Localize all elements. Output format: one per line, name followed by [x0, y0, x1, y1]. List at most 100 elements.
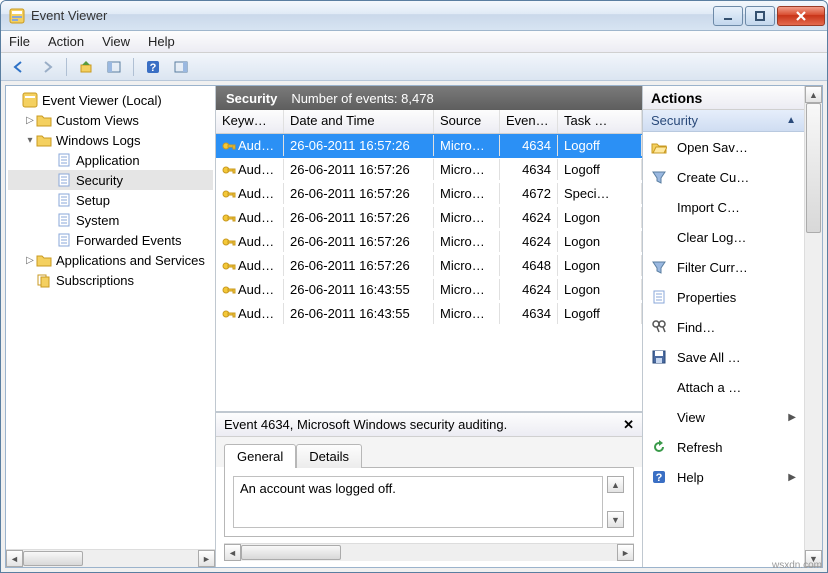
action-view[interactable]: View▶	[643, 402, 804, 432]
action-clear-log-[interactable]: Clear Log…	[643, 222, 804, 252]
minimize-button[interactable]	[713, 6, 743, 26]
tree-security[interactable]: Security	[8, 170, 213, 190]
scroll-right-icon[interactable]: ►	[198, 550, 215, 567]
save-icon	[651, 349, 667, 365]
tree-root[interactable]: Event Viewer (Local)	[8, 90, 213, 110]
tree-custom-views[interactable]: ▷ Custom Views	[8, 110, 213, 130]
expander-icon[interactable]: ▾	[24, 135, 36, 146]
detail-hscroll[interactable]: ◄ ►	[224, 543, 634, 561]
action-save-all-[interactable]: Save All …	[643, 342, 804, 372]
back-button[interactable]	[7, 56, 31, 78]
menu-help[interactable]: Help	[148, 34, 175, 49]
action-open-sav-[interactable]: Open Sav…	[643, 132, 804, 162]
folder-icon	[36, 132, 52, 148]
subscriptions-icon	[36, 272, 52, 288]
maximize-button[interactable]	[745, 6, 775, 26]
event-row[interactable]: Aud…26-06-2011 16:57:26Micro…4624Logon	[216, 206, 642, 230]
event-row[interactable]: Aud…26-06-2011 16:57:26Micro…4634Logoff	[216, 158, 642, 182]
scroll-thumb[interactable]	[806, 103, 821, 233]
actions-header: Actions	[643, 86, 804, 110]
scroll-track[interactable]	[805, 103, 822, 550]
detail-vscroll[interactable]: ▲ ▼	[607, 476, 625, 528]
tab-general[interactable]: General	[224, 444, 296, 468]
action-label: Save All …	[677, 350, 741, 365]
collapse-icon[interactable]: ▲	[786, 115, 796, 126]
tree-application[interactable]: Application	[8, 150, 213, 170]
expander-icon[interactable]: ▷	[24, 115, 36, 126]
col-task[interactable]: Task …	[558, 110, 642, 133]
actions-section-header[interactable]: Security ▲	[643, 110, 804, 132]
help-button[interactable]: ?	[141, 56, 165, 78]
event-viewer-window: Event Viewer File Action View Help ?	[0, 0, 828, 573]
tree-subscriptions[interactable]: Subscriptions	[8, 270, 213, 290]
event-row[interactable]: Aud…26-06-2011 16:43:55Micro…4624Logon	[216, 278, 642, 302]
event-count: Number of events: 8,478	[291, 91, 433, 106]
action-refresh[interactable]: Refresh	[643, 432, 804, 462]
scroll-track[interactable]	[241, 544, 617, 561]
key-icon	[222, 259, 236, 273]
help-icon: ?	[651, 469, 667, 485]
event-row[interactable]: Aud…26-06-2011 16:57:26Micro…4672Speci…	[216, 182, 642, 206]
tree-windows-logs[interactable]: ▾ Windows Logs	[8, 130, 213, 150]
tree-forwarded-events[interactable]: Forwarded Events	[8, 230, 213, 250]
detail-close-icon[interactable]: ✕	[623, 417, 634, 433]
tree-hscrollbar[interactable]: ◄ ►	[6, 549, 215, 567]
action-filter-curr-[interactable]: Filter Curr…	[643, 252, 804, 282]
menu-view[interactable]: View	[102, 34, 130, 49]
toolbar: ?	[1, 53, 827, 81]
scroll-up-icon[interactable]: ▲	[607, 476, 624, 493]
tree-label: Custom Views	[56, 113, 139, 128]
scroll-left-icon[interactable]: ◄	[224, 544, 241, 561]
center-pane: Security Number of events: 8,478 Keyw… D…	[216, 86, 642, 567]
tab-details[interactable]: Details	[296, 444, 362, 468]
key-icon	[222, 283, 236, 297]
tree-label: Security	[76, 173, 123, 188]
col-keywords[interactable]: Keyw…	[216, 110, 284, 133]
scroll-up-icon[interactable]: ▲	[805, 86, 822, 103]
action-properties[interactable]: Properties	[643, 282, 804, 312]
actions-body: Actions Security ▲ Open Sav…Create Cu…Im…	[643, 86, 804, 567]
key-icon	[222, 307, 236, 321]
key-icon	[222, 139, 236, 153]
svg-text:?: ?	[150, 62, 157, 74]
expander-icon[interactable]: ▷	[24, 255, 36, 266]
up-button[interactable]	[74, 56, 98, 78]
action-find-[interactable]: Find…	[643, 312, 804, 342]
action-help[interactable]: ?Help▶	[643, 462, 804, 492]
console-tree[interactable]: Event Viewer (Local) ▷ Custom Views ▾ Wi…	[6, 86, 215, 549]
col-eventid[interactable]: Event…	[500, 110, 558, 133]
action-create-cu-[interactable]: Create Cu…	[643, 162, 804, 192]
actions-vscrollbar[interactable]: ▲ ▼	[804, 86, 822, 567]
scroll-thumb[interactable]	[23, 551, 83, 566]
action-attach-a-[interactable]: Attach a …	[643, 372, 804, 402]
actions-list: Open Sav…Create Cu…Import C…Clear Log…Fi…	[643, 132, 804, 567]
menu-action[interactable]: Action	[48, 34, 84, 49]
window-controls	[713, 6, 825, 26]
key-icon	[222, 235, 236, 249]
scroll-left-icon[interactable]: ◄	[6, 550, 23, 567]
event-row[interactable]: Aud…26-06-2011 16:57:26Micro…4634Logoff	[216, 134, 642, 158]
menu-file[interactable]: File	[9, 34, 30, 49]
forward-button[interactable]	[35, 56, 59, 78]
col-datetime[interactable]: Date and Time	[284, 110, 434, 133]
event-row[interactable]: Aud…26-06-2011 16:57:26Micro…4648Logon	[216, 254, 642, 278]
scroll-track[interactable]	[23, 550, 198, 567]
tree-setup[interactable]: Setup	[8, 190, 213, 210]
action-import-c-[interactable]: Import C…	[643, 192, 804, 222]
tree-system[interactable]: System	[8, 210, 213, 230]
show-hide-action-button[interactable]	[169, 56, 193, 78]
close-button[interactable]	[777, 6, 825, 26]
event-row[interactable]: Aud…26-06-2011 16:43:55Micro…4634Logoff	[216, 302, 642, 326]
col-source[interactable]: Source	[434, 110, 500, 133]
scroll-down-icon[interactable]: ▼	[607, 511, 624, 528]
scroll-right-icon[interactable]: ►	[617, 544, 634, 561]
menubar: File Action View Help	[1, 31, 827, 53]
grid-body[interactable]: Aud…26-06-2011 16:57:26Micro…4634LogoffA…	[216, 134, 642, 411]
tree-apps-services[interactable]: ▷ Applications and Services	[8, 250, 213, 270]
grid-header: Keyw… Date and Time Source Event… Task …	[216, 110, 642, 134]
scroll-thumb[interactable]	[241, 545, 341, 560]
show-hide-tree-button[interactable]	[102, 56, 126, 78]
action-label: Find…	[677, 320, 715, 335]
event-row[interactable]: Aud…26-06-2011 16:57:26Micro…4624Logon	[216, 230, 642, 254]
log-title: Security	[226, 91, 277, 106]
